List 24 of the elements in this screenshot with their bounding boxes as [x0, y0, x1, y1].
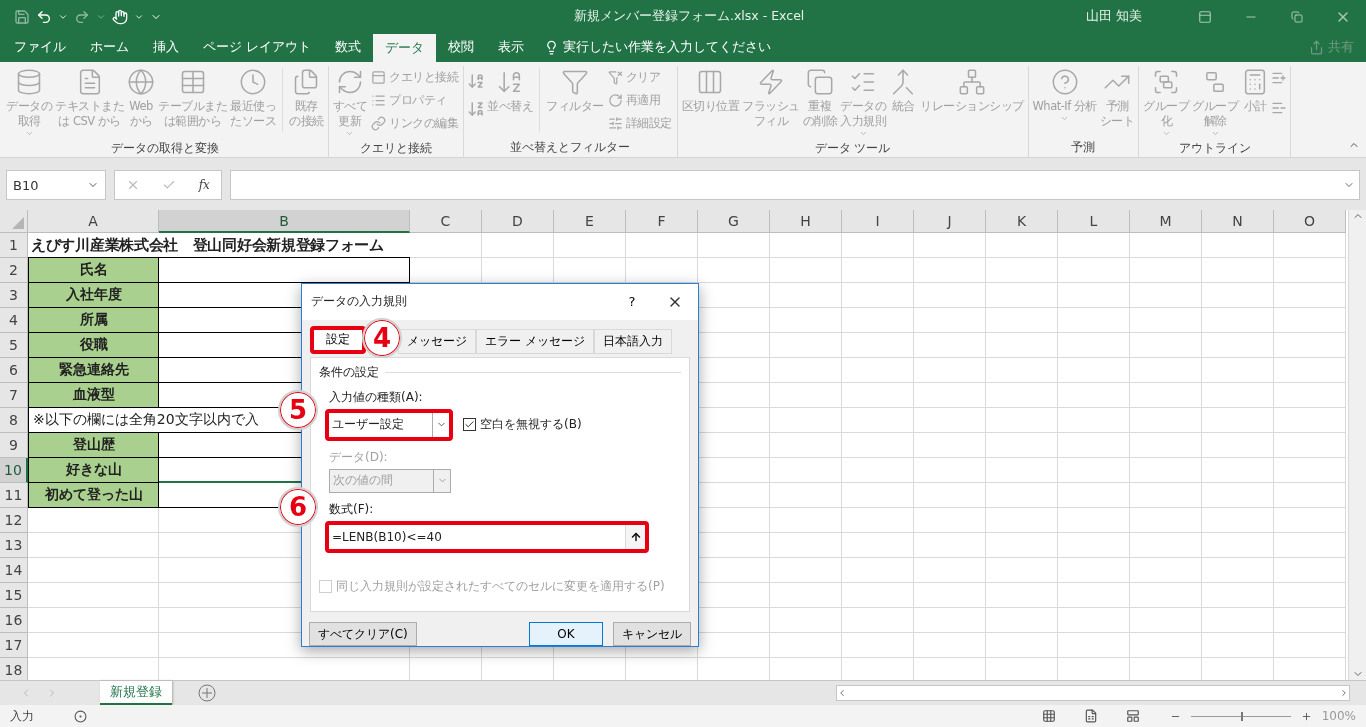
group-label: データ ツール	[814, 140, 891, 157]
table-cell: 入社年度	[28, 283, 159, 308]
table-cell: 登山歴	[28, 433, 159, 458]
table-cell: 好きな山	[28, 458, 159, 483]
table-cell: 緊急連絡先	[28, 358, 159, 383]
mode-text: 入力	[10, 707, 34, 725]
group-label: クエリと接続	[359, 140, 432, 157]
group-label: 並べ替えとフィルター	[510, 139, 631, 156]
group-label: 予測	[1071, 139, 1096, 156]
window-title: 新規メンバー登録フォーム.xlsx - Excel	[574, 8, 806, 25]
group-label: データの取得と変換	[110, 140, 219, 157]
field-label: 数式(F):	[329, 500, 375, 518]
field-label: 入力値の種類(A):	[329, 388, 424, 406]
table-cell: 初めて登った山	[28, 483, 159, 508]
table-cell: 氏名	[28, 258, 159, 283]
table-cell: 血液型	[28, 383, 159, 408]
group-label: アウトライン	[1178, 140, 1251, 157]
user-name: 山田 知美	[1086, 8, 1142, 25]
zoom-level: 100%	[1321, 709, 1356, 723]
field-label: データ(D):	[329, 448, 389, 466]
section-title: 条件の設定	[319, 363, 379, 381]
table-cell: 所属	[28, 308, 159, 333]
table-cell: 役職	[28, 333, 159, 358]
dialog-title: データの入力規則	[311, 293, 408, 311]
